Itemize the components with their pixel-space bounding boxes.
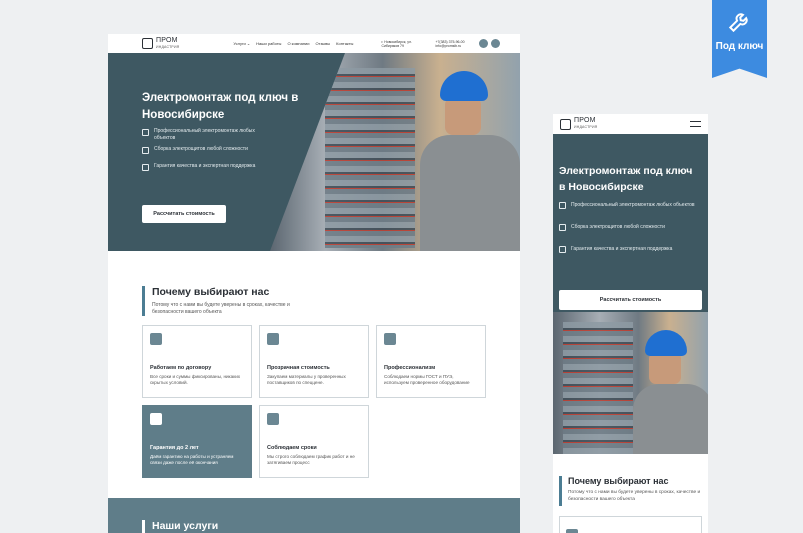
card-text: Даём гарантию на работы и устраняем связ… [150, 454, 234, 465]
menu-item-about[interactable]: О компании [287, 41, 309, 46]
checkbox-icon [150, 413, 162, 425]
logo[interactable]: ПРОМ ИНДАСТРИЯ [142, 36, 180, 50]
section-accent-bar [559, 476, 562, 506]
feature-item: Сборка электрощитов любой сложности [559, 223, 699, 231]
feature-item: Профессиональный электромонтаж любых объ… [142, 128, 262, 142]
desktop-mockup: ПРОМ ИНДАСТРИЯ Услуги ⌄ Наши работы О ком… [108, 34, 520, 533]
card-title: Прозрачная стоимость [267, 365, 330, 371]
advantage-card: Прозрачная стоимость Закупаем материалы … [259, 325, 369, 398]
card-title: Работаем по договору [150, 365, 212, 371]
tools-icon [559, 202, 566, 209]
header-email[interactable]: info@promsib.ru [435, 44, 475, 48]
clock-icon [267, 413, 279, 425]
brand-sub: ИНДАСТРИЯ [156, 44, 180, 49]
card-title: Профессионализм [384, 365, 436, 371]
advantage-card-highlighted: Гарантия до 2 лет Даём гарантию на работ… [142, 405, 252, 478]
services-section: Наши услуги [108, 498, 520, 533]
electrician-photo [553, 312, 708, 454]
why-us-text: Потому что с нами вы будете уверены в ср… [152, 302, 290, 315]
section-accent-bar [142, 286, 145, 316]
feature-item: Гарантия качества и экспертная поддержка [559, 245, 699, 253]
logo[interactable]: ПРОМ ИНДАСТРИЯ [560, 117, 598, 130]
cube-icon [560, 118, 571, 130]
header-address: г. Новосибирск, ул. Сибиряков 79 [381, 39, 412, 48]
shield-check-icon [559, 246, 566, 253]
why-us-section: Почему выбирают нас Потому что с нами вы… [559, 476, 703, 506]
advantage-card: Работаем по договору Все сроки и суммы ф… [142, 325, 252, 398]
why-us-title: Почему выбирают нас [152, 286, 270, 298]
menu-item-contacts[interactable]: Контакты [336, 41, 353, 46]
brand-sub: ИНДАСТРИЯ [574, 125, 598, 129]
badge-label: Под ключ [715, 41, 764, 52]
menu-item-reviews[interactable]: Отзывы [316, 41, 331, 46]
turnkey-badge: Под ключ [712, 0, 767, 78]
feature-text: Профессиональный электромонтаж любых объ… [571, 202, 695, 208]
advantage-card [559, 516, 702, 533]
mobile-mockup: ПРОМ ИНДАСТРИЯ Электромонтаж под ключ в Н… [553, 114, 708, 533]
header-contacts: +7(383) 375-96-00 info@promsib.ru [435, 40, 475, 48]
brand-name: ПРОМ [156, 36, 178, 44]
feature-item: Сборка электрощитов любой сложности [142, 146, 262, 154]
feature-item: Гарантия качества и экспертная поддержка [142, 163, 262, 171]
messenger-icons [479, 39, 501, 48]
calculate-cost-button[interactable]: Рассчитать стоимость [559, 290, 702, 310]
section-accent-bar [142, 520, 145, 533]
feature-text: Профессиональный электромонтаж любых объ… [154, 128, 255, 141]
desktop-menu: Услуги ⌄ Наши работы О компании Отзывы К… [233, 41, 353, 46]
feature-text: Гарантия качества и экспертная поддержка [571, 246, 673, 252]
advantage-card: Профессионализм Соблюдаем нормы ГОСТ и П… [376, 325, 486, 398]
whatsapp-icon[interactable] [479, 39, 489, 48]
card-text: Соблюдаем нормы ГОСТ и ПУЭ, используем п… [384, 374, 470, 385]
lightning-icon [559, 224, 566, 231]
feature-text: Сборка электрощитов любой сложности [571, 224, 665, 230]
feature-item: Профессиональный электромонтаж любых объ… [559, 201, 699, 209]
card-text: Закупаем материалы у проверенных поставщ… [267, 374, 346, 385]
brand-name: ПРОМ [574, 117, 596, 124]
menu-item-works[interactable]: Наши работы [256, 41, 281, 46]
why-us-section: Почему выбирают нас Потому что с нами вы… [142, 286, 302, 316]
electrician-photo [270, 53, 520, 251]
card-text: Все сроки и суммы фиксированы, никаких с… [150, 374, 241, 385]
services-title: Наши услуги [152, 520, 219, 532]
desktop-hero: Электромонтаж под ключ в Новосибирске Пр… [108, 53, 520, 251]
lightning-icon [142, 147, 149, 154]
contract-icon [150, 333, 162, 345]
menu-item-services[interactable]: Услуги ⌄ [233, 41, 250, 46]
shield-check-icon [142, 164, 149, 171]
hero-title: Электромонтаж под ключ в Новосибирске [142, 92, 299, 121]
tools-icon [142, 129, 149, 136]
calculate-cost-button[interactable]: Рассчитать стоимость [142, 205, 226, 223]
hamburger-menu-icon[interactable] [690, 121, 701, 127]
telegram-icon[interactable] [491, 39, 501, 48]
mobile-hero: Электромонтаж под ключ в Новосибирске Пр… [553, 134, 708, 312]
wrench-icon [728, 13, 748, 33]
mobile-header: ПРОМ ИНДАСТРИЯ [553, 114, 708, 134]
cube-icon [142, 38, 153, 49]
hero-title: Электромонтаж под ключ в Новосибирске [559, 165, 693, 193]
contract-icon [566, 529, 578, 533]
card-title: Соблюдаем сроки [267, 445, 317, 451]
feature-text: Гарантия качества и экспертная поддержка [154, 163, 256, 169]
advantage-card: Соблюдаем сроки Мы строго соблюдаем граф… [259, 405, 369, 478]
card-title: Гарантия до 2 лет [150, 445, 199, 451]
why-us-title: Почему выбирают нас [568, 476, 669, 486]
feature-text: Сборка электрощитов любой сложности [154, 146, 248, 152]
why-us-text: Потому что с нами вы будете уверены в ср… [568, 490, 701, 502]
card-text: Мы строго соблюдаем график работ и не за… [267, 454, 355, 465]
desktop-header: ПРОМ ИНДАСТРИЯ Услуги ⌄ Наши работы О ком… [108, 34, 520, 53]
ruble-icon [267, 333, 279, 345]
medal-icon [384, 333, 396, 345]
